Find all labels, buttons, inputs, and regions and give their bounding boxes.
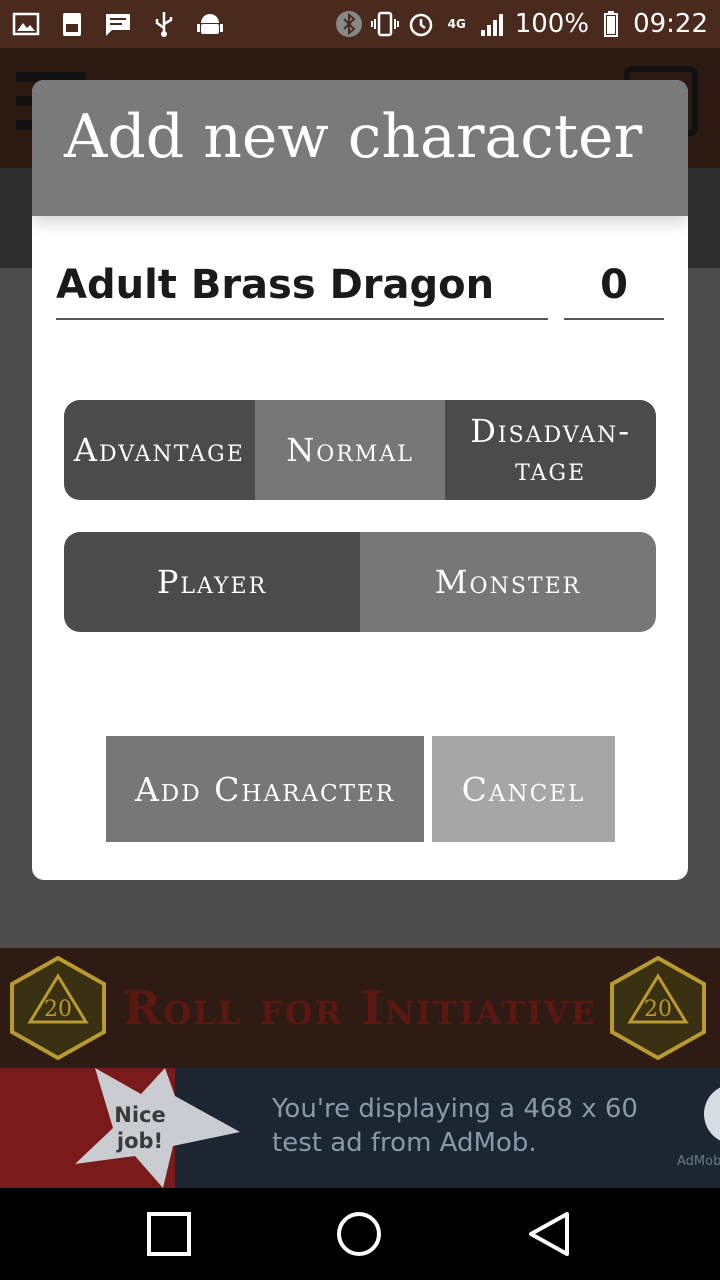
back-icon[interactable]: [523, 1208, 575, 1260]
disadvantage-label: Disadvan-tage: [470, 412, 632, 488]
character-type-selector: Player Monster: [64, 532, 656, 632]
image-icon: [12, 10, 40, 38]
ad-banner[interactable]: Nice job! You're displaying a 468 x 60 t…: [0, 1068, 720, 1188]
cancel-button[interactable]: Cancel: [432, 736, 615, 842]
dialog-title-bar: Add new character: [32, 80, 688, 216]
d20-right-icon: 20: [604, 954, 712, 1062]
message-icon: [104, 10, 132, 38]
vibrate-icon: [370, 10, 399, 38]
clock: 09:22: [633, 9, 708, 39]
add-character-dialog: Add new character Adult Brass Dragon 0 A…: [32, 80, 688, 880]
network-type-icon: 4G: [447, 17, 466, 31]
android-icon: [196, 10, 224, 38]
d20-left-icon: 20: [4, 954, 112, 1062]
ad-brand: AdMob: [677, 1154, 720, 1169]
status-bar: 4G 100% 09:22: [0, 0, 720, 48]
svg-text:20: 20: [44, 997, 72, 1022]
storage-icon: [58, 10, 86, 38]
initiative-field[interactable]: 0: [564, 256, 664, 320]
ad-text: You're displaying a 468 x 60 test ad fro…: [272, 1094, 638, 1158]
svg-text:20: 20: [644, 997, 672, 1022]
battery-icon: [597, 10, 625, 38]
navigation-bar: [0, 1188, 720, 1280]
signal-icon: [479, 10, 507, 38]
banner-title: Roll for Initiative: [123, 981, 597, 1035]
ad-info-icon[interactable]: [704, 1084, 720, 1144]
initiative-value: 0: [600, 262, 628, 308]
roll-mode-selector: Advantage Normal Disadvan-tage: [64, 400, 656, 500]
bluetooth-icon: [335, 10, 363, 38]
alarm-icon: [407, 10, 435, 38]
character-name-field[interactable]: Adult Brass Dragon: [56, 256, 548, 320]
player-button[interactable]: Player: [64, 532, 360, 632]
battery-percent: 100%: [514, 9, 590, 39]
ad-badge: Nice job!: [114, 1103, 166, 1153]
normal-button[interactable]: Normal: [254, 400, 446, 500]
character-name-value: Adult Brass Dragon: [56, 262, 495, 308]
monster-button[interactable]: Monster: [360, 532, 656, 632]
add-character-button[interactable]: Add Character: [106, 736, 424, 842]
disadvantage-button[interactable]: Disadvan-tage: [445, 400, 656, 500]
home-icon[interactable]: [333, 1208, 385, 1260]
usb-icon: [150, 10, 178, 38]
recents-icon[interactable]: [143, 1208, 195, 1260]
advantage-button[interactable]: Advantage: [64, 400, 255, 500]
dialog-title: Add new character: [64, 102, 643, 172]
